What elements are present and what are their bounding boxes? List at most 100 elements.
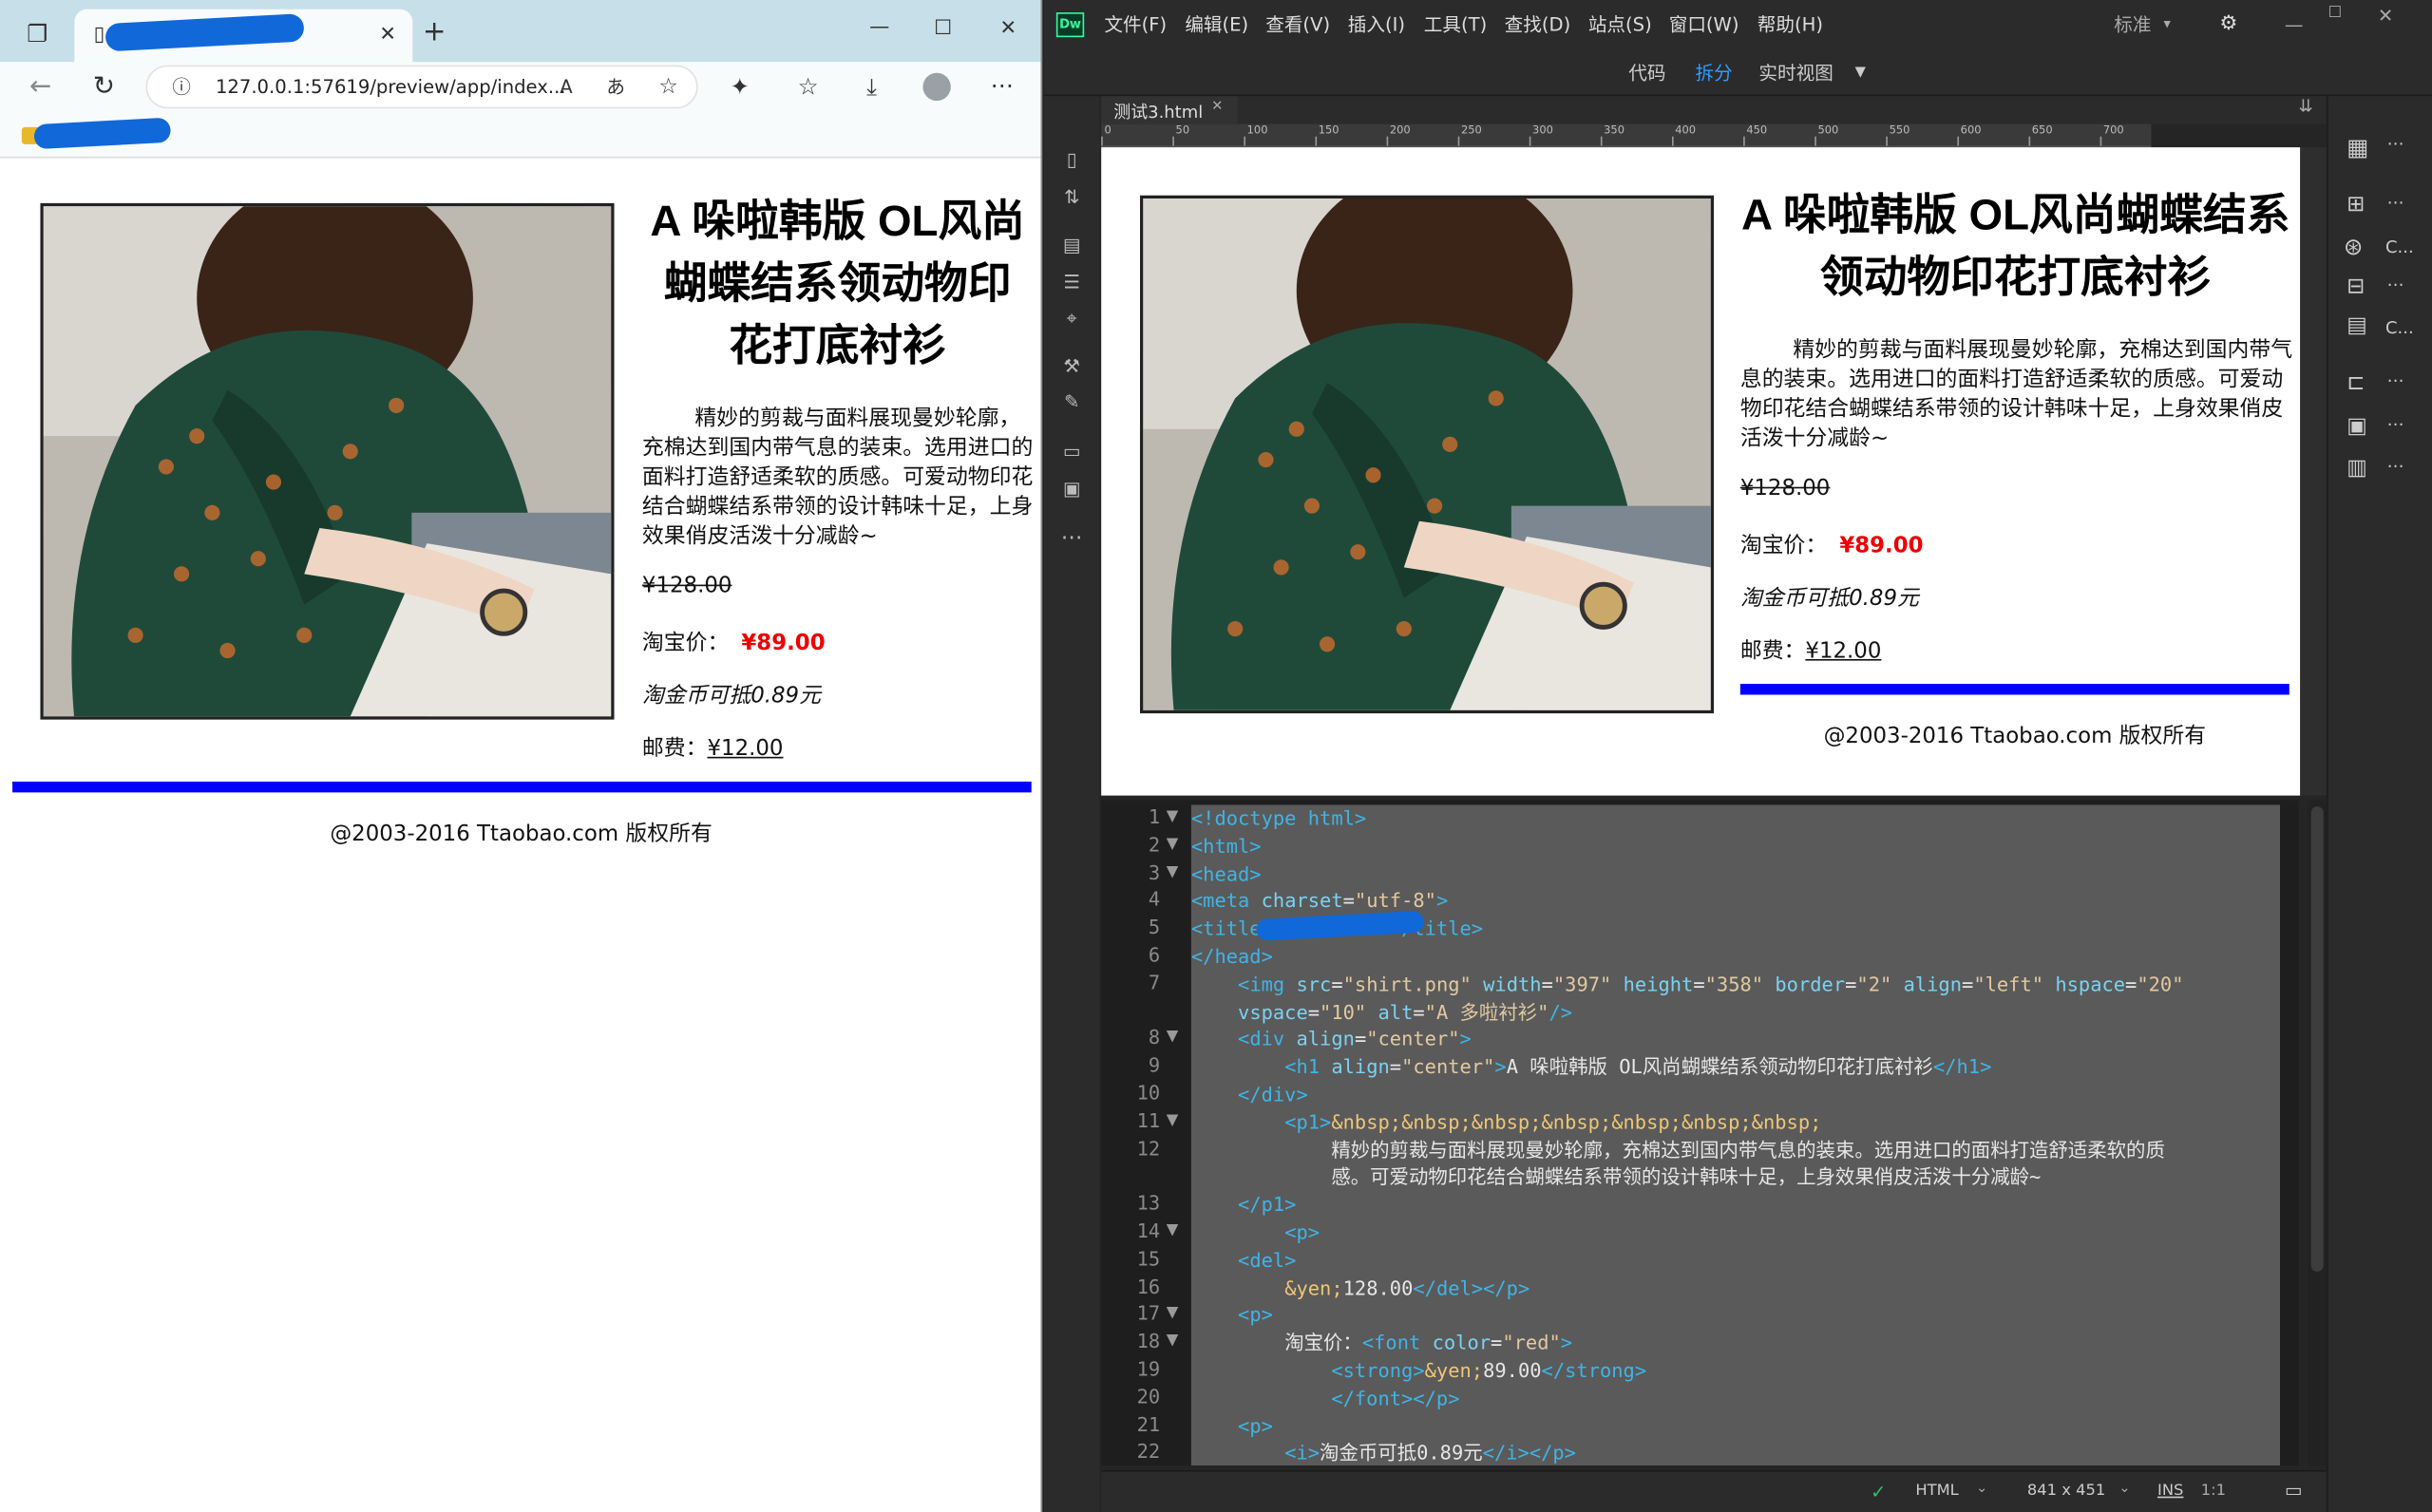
browser-tab[interactable]: ▯ ✕: [74, 9, 413, 63]
workspace-select[interactable]: 标准: [2114, 0, 2151, 49]
info-icon[interactable]: ⓘ: [166, 71, 198, 103]
live-view-scrollbar[interactable]: [2300, 147, 2327, 796]
menu-file[interactable]: 文件(F): [1104, 0, 1167, 49]
menu-find[interactable]: 查找(D): [1505, 0, 1571, 49]
comment-icon[interactable]: ▭: [1059, 441, 1084, 463]
address-bar[interactable]: ⓘ 127.0.0.1:57619/preview/app/index... A…: [145, 65, 698, 109]
menu-edit[interactable]: 编辑(E): [1185, 0, 1248, 49]
preview-icon[interactable]: ▭: [2285, 1480, 2303, 1502]
refresh-icon[interactable]: ↻: [88, 71, 120, 103]
code-line[interactable]: <div align="center">: [1191, 1026, 1472, 1052]
live-view-chevron-icon[interactable]: ▼: [1855, 49, 1866, 96]
menu-window[interactable]: 窗口(W): [1669, 0, 1739, 49]
window-size-select[interactable]: 841 x 451: [2027, 1483, 2105, 1500]
fold-toggle-icon[interactable]: ▼: [1167, 1222, 1182, 1239]
fold-toggle-icon[interactable]: ▼: [1167, 863, 1182, 880]
language-select[interactable]: HTML: [1915, 1483, 1958, 1500]
menu-site[interactable]: 站点(S): [1588, 0, 1652, 49]
code-line[interactable]: <del>: [1191, 1246, 1296, 1273]
css-designer-label[interactable]: C...: [2385, 318, 2414, 338]
close-window-icon[interactable]: ✕: [993, 14, 1024, 46]
panel-more-icon-3[interactable]: ⋯: [2387, 274, 2404, 294]
fold-toggle-icon[interactable]: ▼: [1167, 1029, 1182, 1046]
window-size-chevron-icon[interactable]: ⌄: [2118, 1481, 2130, 1496]
format-icon[interactable]: ▤: [1059, 235, 1084, 256]
insert-mode[interactable]: INS: [2157, 1483, 2183, 1500]
assets-panel-icon[interactable]: ⊟: [2346, 274, 2365, 299]
tab-actions-icon[interactable]: ❐: [22, 19, 53, 50]
menu-tools[interactable]: 工具(T): [1424, 0, 1487, 49]
dw-close-icon[interactable]: ✕: [2378, 0, 2393, 40]
wand-icon[interactable]: ⚒: [1059, 355, 1084, 377]
panel-more-icon-6[interactable]: ⋯: [2387, 456, 2404, 476]
code-scrollbar[interactable]: [2308, 800, 2327, 1466]
code-line[interactable]: </p1>: [1191, 1191, 1296, 1218]
snippet-icon[interactable]: ▣: [1059, 478, 1084, 500]
cc-libraries-icon[interactable]: ⊛: [2344, 233, 2364, 260]
extensions-icon[interactable]: ✦: [724, 71, 755, 103]
target-icon[interactable]: ⌖: [1059, 307, 1084, 330]
url-text[interactable]: 127.0.0.1:57619/preview/app/index...: [216, 76, 566, 98]
fold-toggle-icon[interactable]: ▼: [1167, 836, 1182, 853]
more-icon[interactable]: ⋯: [986, 69, 1017, 101]
properties-panel-icon[interactable]: ▥: [2346, 456, 2367, 481]
code-line[interactable]: 精妙的剪裁与面料展现曼妙轮廓，充棉达到国内带气息的装束。选用进口的面料打造舒适柔…: [1191, 1136, 2165, 1162]
code-line[interactable]: <html>: [1191, 832, 1262, 859]
code-line[interactable]: </div>: [1191, 1081, 1308, 1107]
dw-minimize-icon[interactable]: —: [2285, 0, 2304, 49]
view-split-button[interactable]: 拆分: [1695, 49, 1732, 96]
file-icon[interactable]: ▯: [1059, 149, 1084, 171]
panel-more-icon-1[interactable]: ⋯: [2387, 133, 2404, 153]
indent-icon[interactable]: ☰: [1059, 272, 1084, 293]
code-line[interactable]: <head>: [1191, 860, 1262, 887]
dw-maximize-icon[interactable]: ☐: [2328, 0, 2343, 39]
menu-help[interactable]: 帮助(H): [1758, 0, 1823, 49]
code-line[interactable]: <p>: [1191, 1219, 1320, 1245]
fold-toggle-icon[interactable]: ▼: [1167, 1111, 1182, 1128]
read-aloud-icon[interactable]: A: [551, 71, 582, 103]
insert-panel-icon[interactable]: ▦: [2346, 133, 2368, 161]
code-line[interactable]: 淘宝价：<font color="red">: [1191, 1330, 1572, 1356]
view-live-button[interactable]: 实时视图: [1758, 49, 1833, 96]
back-icon[interactable]: ←: [25, 71, 56, 103]
cc-libraries-label[interactable]: C...: [2385, 237, 2414, 257]
snippets-panel-icon[interactable]: ▣: [2346, 414, 2367, 439]
code-line[interactable]: </head>: [1191, 943, 1273, 970]
translate-icon[interactable]: あ: [600, 71, 632, 103]
menu-view[interactable]: 查看(V): [1265, 0, 1330, 49]
favorites-icon[interactable]: ☆: [792, 71, 824, 103]
code-line[interactable]: <p1>&nbsp;&nbsp;&nbsp;&nbsp;&nbsp;&nbsp;…: [1191, 1108, 1821, 1135]
panel-collapse-icon[interactable]: ⇊: [2299, 96, 2313, 116]
code-line[interactable]: <strong>&yen;89.00</strong>: [1191, 1357, 1646, 1384]
files-panel-icon[interactable]: ⊏: [2346, 370, 2365, 395]
new-tab-icon[interactable]: +: [419, 16, 450, 48]
code-line[interactable]: <p>: [1191, 1412, 1273, 1439]
tab-close-icon[interactable]: ✕: [372, 20, 404, 51]
css-designer-icon[interactable]: ▤: [2346, 313, 2367, 338]
profile-icon[interactable]: [922, 72, 951, 102]
code-scroll-thumb[interactable]: [2310, 806, 2324, 1272]
brush-icon[interactable]: ✎: [1059, 390, 1084, 412]
fold-toggle-icon[interactable]: ▼: [1167, 808, 1182, 825]
minimize-icon[interactable]: —: [864, 12, 895, 44]
code-line[interactable]: vspace="10" alt="A 多啦衬衫"/>: [1191, 998, 1572, 1025]
fold-toggle-icon[interactable]: ▼: [1167, 1305, 1182, 1322]
menu-insert[interactable]: 插入(I): [1348, 0, 1405, 49]
code-line[interactable]: <p>: [1191, 1302, 1273, 1329]
add-favorite-icon[interactable]: ☆: [653, 71, 684, 103]
code-line[interactable]: <h1 align="center">A 哚啦韩版 OL风尚蝴蝶结系领动物印花打…: [1191, 1053, 1991, 1080]
code-line[interactable]: 感。可爱动物印花结合蝴蝶结系带领的设计韩味十足，上身效果俏皮活泼十分减龄~: [1191, 1163, 2041, 1190]
more-tools-icon[interactable]: ⋯: [1059, 526, 1084, 551]
code-line[interactable]: <!doctype html>: [1191, 804, 1366, 831]
language-chevron-icon[interactable]: ⌄: [1976, 1481, 1987, 1496]
panel-more-icon-4[interactable]: ⋯: [2387, 370, 2404, 390]
panel-more-icon-5[interactable]: ⋯: [2387, 414, 2404, 434]
sync-settings-icon[interactable]: ⚙: [2219, 0, 2237, 49]
workspace-chevron-icon[interactable]: ▾: [2164, 0, 2171, 49]
code-line[interactable]: <img src="shirt.png" width="397" height=…: [1191, 971, 2183, 997]
dom-panel-icon[interactable]: ⊞: [2346, 192, 2365, 217]
code-line[interactable]: <i>淘金币可抵0.89元</i></p>: [1191, 1440, 1576, 1465]
panel-more-icon-2[interactable]: ⋯: [2387, 192, 2404, 212]
sort-icon[interactable]: ⇅: [1059, 186, 1084, 208]
doc-tab[interactable]: 测试3.html ✕: [1101, 96, 1238, 124]
